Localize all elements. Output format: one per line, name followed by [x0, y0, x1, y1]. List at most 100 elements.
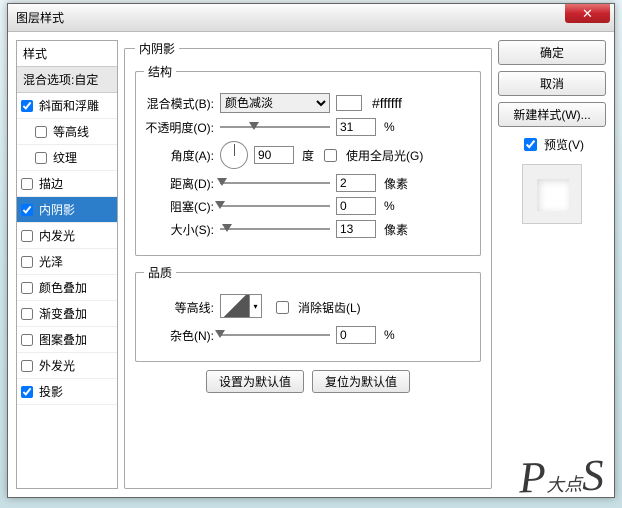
- antialias-checkbox[interactable]: [276, 301, 289, 314]
- sidebar-blend-options[interactable]: 混合选项:自定: [17, 67, 117, 93]
- titlebar: 图层样式 ✕: [8, 4, 614, 32]
- right-column: 确定 取消 新建样式(W)... 预览(V): [498, 40, 606, 489]
- main-panel: 内阴影 结构 混合模式(B): 颜色减淡 #ffffff 不透明度(O):: [124, 40, 492, 489]
- sidebar-item-label: 纹理: [53, 149, 77, 166]
- global-light-checkbox[interactable]: [324, 149, 337, 162]
- opacity-unit: %: [384, 120, 395, 134]
- sidebar-item-label: 外发光: [39, 357, 75, 374]
- defaults-row: 设置为默认值 复位为默认值: [135, 370, 481, 393]
- preview-checkbox[interactable]: [524, 138, 537, 151]
- new-style-button[interactable]: 新建样式(W)...: [498, 102, 606, 127]
- sidebar-item-bevel[interactable]: 斜面和浮雕: [17, 93, 117, 119]
- sidebar-item-label: 图案叠加: [39, 331, 87, 348]
- opacity-input[interactable]: [336, 118, 376, 136]
- row-opacity: 不透明度(O): %: [144, 118, 472, 136]
- choke-label: 阻塞(C):: [144, 198, 214, 215]
- row-contour: 等高线: ▾ 消除锯齿(L): [144, 294, 472, 321]
- sidebar-item-color-overlay[interactable]: 颜色叠加: [17, 275, 117, 301]
- row-distance: 距离(D): 像素: [144, 174, 472, 192]
- choke-input[interactable]: [336, 197, 376, 215]
- preview-thumbnail: [522, 164, 582, 224]
- sidebar-item-label: 投影: [39, 383, 63, 400]
- sidebar-item-label: 内阴影: [39, 201, 75, 218]
- checkbox-pattern-overlay[interactable]: [21, 334, 33, 346]
- sidebar-header[interactable]: 样式: [17, 41, 117, 67]
- angle-dial[interactable]: [220, 141, 248, 169]
- global-light-label: 使用全局光(G): [346, 147, 423, 164]
- checkbox-inner-shadow[interactable]: [21, 204, 33, 216]
- opacity-label: 不透明度(O):: [144, 119, 214, 136]
- checkbox-texture[interactable]: [35, 152, 47, 164]
- window-title: 图层样式: [16, 9, 64, 26]
- dialog-content: 样式 混合选项:自定 斜面和浮雕 等高线 纹理 描边 内阴影: [8, 32, 614, 497]
- sidebar-item-stroke[interactable]: 描边: [17, 171, 117, 197]
- sidebar-item-gradient-overlay[interactable]: 渐变叠加: [17, 301, 117, 327]
- close-button[interactable]: ✕: [565, 4, 610, 23]
- sidebar-item-inner-glow[interactable]: 内发光: [17, 223, 117, 249]
- sidebar-item-satin[interactable]: 光泽: [17, 249, 117, 275]
- checkbox-contour[interactable]: [35, 126, 47, 138]
- contour-label: 等高线:: [144, 299, 214, 316]
- checkbox-stroke[interactable]: [21, 178, 33, 190]
- panel-title: 内阴影: [135, 40, 179, 57]
- preview-check-row: 预览(V): [498, 135, 606, 154]
- blend-mode-select[interactable]: 颜色减淡: [220, 93, 330, 113]
- angle-label: 角度(A):: [144, 147, 214, 164]
- dialog-window: 图层样式 ✕ 样式 混合选项:自定 斜面和浮雕 等高线 纹理 描边: [7, 3, 615, 498]
- chevron-down-icon: ▾: [250, 294, 262, 318]
- row-size: 大小(S): 像素: [144, 220, 472, 238]
- ok-button[interactable]: 确定: [498, 40, 606, 65]
- checkbox-satin[interactable]: [21, 256, 33, 268]
- distance-unit: 像素: [384, 175, 408, 192]
- blend-mode-label: 混合模式(B):: [144, 95, 214, 112]
- sidebar-item-label: 内发光: [39, 227, 75, 244]
- row-blend-mode: 混合模式(B): 颜色减淡 #ffffff: [144, 93, 472, 113]
- size-unit: 像素: [384, 221, 408, 238]
- noise-input[interactable]: [336, 326, 376, 344]
- sidebar-item-label: 渐变叠加: [39, 305, 87, 322]
- close-icon: ✕: [582, 6, 593, 22]
- row-choke: 阻塞(C): %: [144, 197, 472, 215]
- sidebar-item-inner-shadow[interactable]: 内阴影: [17, 197, 117, 223]
- preview-label: 预览(V): [544, 136, 584, 153]
- color-swatch[interactable]: [336, 95, 362, 111]
- sidebar-item-label: 斜面和浮雕: [39, 97, 99, 114]
- angle-input[interactable]: [254, 146, 294, 164]
- size-input[interactable]: [336, 220, 376, 238]
- choke-unit: %: [384, 199, 395, 213]
- distance-slider[interactable]: [220, 176, 330, 190]
- row-noise: 杂色(N): %: [144, 326, 472, 344]
- make-default-button[interactable]: 设置为默认值: [206, 370, 304, 393]
- sidebar-item-drop-shadow[interactable]: 投影: [17, 379, 117, 405]
- hex-value: #ffffff: [372, 95, 402, 111]
- sidebar-item-texture[interactable]: 纹理: [17, 145, 117, 171]
- antialias-label: 消除锯齿(L): [298, 299, 361, 316]
- sidebar-item-pattern-overlay[interactable]: 图案叠加: [17, 327, 117, 353]
- size-slider[interactable]: [220, 222, 330, 236]
- contour-swatch-icon: [220, 294, 250, 318]
- distance-label: 距离(D):: [144, 175, 214, 192]
- contour-picker[interactable]: ▾: [220, 294, 262, 321]
- checkbox-color-overlay[interactable]: [21, 282, 33, 294]
- choke-slider[interactable]: [220, 199, 330, 213]
- sidebar-item-contour[interactable]: 等高线: [17, 119, 117, 145]
- opacity-slider[interactable]: [220, 120, 330, 134]
- checkbox-bevel[interactable]: [21, 100, 33, 112]
- distance-input[interactable]: [336, 174, 376, 192]
- structure-fieldset: 结构 混合模式(B): 颜色减淡 #ffffff 不透明度(O):: [135, 63, 481, 256]
- sidebar-item-outer-glow[interactable]: 外发光: [17, 353, 117, 379]
- checkbox-inner-glow[interactable]: [21, 230, 33, 242]
- row-angle: 角度(A): 度 使用全局光(G): [144, 141, 472, 169]
- reset-default-button[interactable]: 复位为默认值: [312, 370, 410, 393]
- inner-shadow-fieldset: 内阴影 结构 混合模式(B): 颜色减淡 #ffffff 不透明度(O):: [124, 40, 492, 489]
- cancel-button[interactable]: 取消: [498, 71, 606, 96]
- noise-slider[interactable]: [220, 328, 330, 342]
- sidebar-item-label: 颜色叠加: [39, 279, 87, 296]
- angle-unit: 度: [302, 147, 314, 164]
- checkbox-gradient-overlay[interactable]: [21, 308, 33, 320]
- noise-label: 杂色(N):: [144, 327, 214, 344]
- checkbox-outer-glow[interactable]: [21, 360, 33, 372]
- checkbox-drop-shadow[interactable]: [21, 386, 33, 398]
- sidebar-item-label: 光泽: [39, 253, 63, 270]
- styles-sidebar: 样式 混合选项:自定 斜面和浮雕 等高线 纹理 描边 内阴影: [16, 40, 118, 489]
